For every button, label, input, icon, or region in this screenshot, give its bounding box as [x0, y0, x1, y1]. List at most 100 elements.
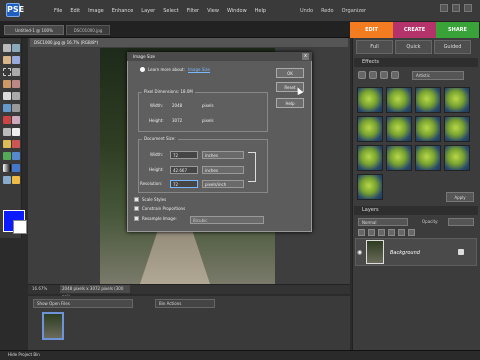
- effect-thumbnail[interactable]: [444, 116, 470, 142]
- document-tab-2[interactable]: DSC01000.jpg: [66, 25, 110, 35]
- opacity-field[interactable]: [448, 218, 474, 226]
- document-tab-1[interactable]: Untitled-1 @ 100%: [4, 25, 64, 35]
- doc-height-unit-select[interactable]: inches: [202, 166, 244, 174]
- dialog-close-icon[interactable]: x: [302, 53, 309, 60]
- delete-layer-icon[interactable]: [388, 229, 395, 236]
- background-color-swatch[interactable]: [13, 220, 27, 234]
- doc-width-unit-select[interactable]: inches: [202, 151, 244, 159]
- menu-edit[interactable]: Edit: [70, 8, 80, 14]
- photo-effects-icon[interactable]: [380, 71, 388, 79]
- learn-more-link[interactable]: Image Size: [188, 67, 210, 72]
- effect-thumbnail[interactable]: [357, 116, 383, 142]
- effect-thumbnail[interactable]: [444, 145, 470, 171]
- eraser-tool-icon[interactable]: [12, 128, 20, 136]
- hide-project-bin-button[interactable]: Hide Project Bin: [8, 352, 40, 357]
- menu-enhance[interactable]: Enhance: [112, 8, 134, 14]
- clone-stamp-tool-icon[interactable]: [3, 128, 11, 136]
- maximize-icon[interactable]: [452, 4, 460, 12]
- blend-mode-dropdown[interactable]: Normal: [358, 218, 408, 226]
- adjustment-layer-icon[interactable]: [378, 229, 385, 236]
- effect-thumbnail[interactable]: [357, 87, 383, 113]
- magic-wand-tool-icon[interactable]: [3, 80, 11, 88]
- smart-brush-tool-icon[interactable]: [3, 152, 11, 160]
- crop-tool-icon[interactable]: [12, 92, 20, 100]
- effect-thumbnail[interactable]: [415, 145, 441, 171]
- effects-category-dropdown[interactable]: Artistic: [412, 71, 464, 80]
- effect-thumbnail[interactable]: [444, 87, 470, 113]
- tab-quick[interactable]: Quick: [395, 40, 432, 54]
- effect-thumbnail[interactable]: [357, 145, 383, 171]
- scale-styles-checkbox[interactable]: [134, 197, 139, 202]
- effect-thumbnail[interactable]: [386, 145, 412, 171]
- lock-all-icon[interactable]: [408, 229, 415, 236]
- move-tool-icon[interactable]: [3, 44, 11, 52]
- new-group-icon[interactable]: [368, 229, 375, 236]
- tab-share[interactable]: SHARE: [436, 22, 479, 38]
- menu-file[interactable]: File: [54, 8, 62, 14]
- app-logo-icon[interactable]: PSE: [6, 3, 24, 17]
- minimize-icon[interactable]: [440, 4, 448, 12]
- zoom-tool-icon[interactable]: [12, 44, 20, 52]
- apply-effect-button[interactable]: Apply: [446, 192, 474, 202]
- document-title-bar[interactable]: DSC1000.jpg @ 16.7% (RGB/8*): [30, 38, 348, 47]
- straighten-tool-icon[interactable]: [12, 104, 20, 112]
- effect-thumbnail[interactable]: [415, 116, 441, 142]
- doc-width-input[interactable]: 72: [170, 151, 198, 159]
- undo-button[interactable]: Undo: [300, 8, 313, 14]
- lock-transparent-icon[interactable]: [398, 229, 405, 236]
- selection-brush-tool-icon[interactable]: [12, 80, 20, 88]
- blur-tool-icon[interactable]: [3, 176, 11, 184]
- effect-thumbnail[interactable]: [415, 87, 441, 113]
- menu-select[interactable]: Select: [163, 8, 178, 14]
- layer-styles-icon[interactable]: [369, 71, 377, 79]
- resolution-input[interactable]: 72: [170, 180, 198, 188]
- filters-icon[interactable]: [358, 71, 366, 79]
- resample-method-select[interactable]: Bicubic: [190, 216, 264, 224]
- tab-create[interactable]: CREATE: [393, 22, 436, 38]
- menu-image[interactable]: Image: [88, 8, 104, 14]
- effects-panel-header[interactable]: Effects: [354, 58, 478, 67]
- doc-height-input[interactable]: 42.667: [170, 166, 198, 174]
- cookie-cutter-tool-icon[interactable]: [3, 104, 11, 112]
- dialog-title[interactable]: Image Size: [127, 52, 312, 61]
- shape-tool-icon[interactable]: [12, 164, 20, 172]
- menu-view[interactable]: View: [207, 8, 219, 14]
- hand-tool-icon[interactable]: [3, 56, 11, 64]
- paint-bucket-tool-icon[interactable]: [12, 152, 20, 160]
- document-size-info[interactable]: 2048 pixels x 3072 pixels (300 ppi): [60, 285, 130, 299]
- tab-guided[interactable]: Guided: [434, 40, 471, 54]
- bin-files-dropdown[interactable]: Show Open Files: [33, 299, 133, 308]
- help-button[interactable]: Help: [276, 98, 304, 108]
- new-layer-icon[interactable]: [358, 229, 365, 236]
- layers-panel-header[interactable]: Layers: [354, 206, 478, 215]
- menu-layer[interactable]: Layer: [141, 8, 155, 14]
- visibility-eye-icon[interactable]: ◉: [357, 249, 362, 256]
- lasso-tool-icon[interactable]: [12, 68, 20, 76]
- menu-window[interactable]: Window: [227, 8, 247, 14]
- menu-filter[interactable]: Filter: [187, 8, 199, 14]
- effect-thumbnail[interactable]: [386, 87, 412, 113]
- pencil-tool-icon[interactable]: [3, 140, 11, 148]
- tab-edit[interactable]: EDIT: [350, 22, 393, 38]
- gradient-tool-icon[interactable]: [3, 164, 11, 172]
- brush-tool-icon[interactable]: [12, 140, 20, 148]
- healing-brush-tool-icon[interactable]: [12, 116, 20, 124]
- resample-image-checkbox[interactable]: [134, 216, 139, 221]
- red-eye-tool-icon[interactable]: [3, 116, 11, 124]
- bin-thumbnail[interactable]: [42, 312, 64, 340]
- type-tool-icon[interactable]: [3, 92, 11, 100]
- effect-thumbnail[interactable]: [357, 174, 383, 200]
- bin-actions-button[interactable]: Bin Actions: [155, 299, 215, 308]
- organizer-button[interactable]: Organizer: [342, 8, 366, 14]
- all-effects-icon[interactable]: [391, 71, 399, 79]
- eyedropper-tool-icon[interactable]: [12, 56, 20, 64]
- marquee-tool-icon[interactable]: [3, 68, 11, 76]
- menu-help[interactable]: Help: [255, 8, 266, 14]
- effect-thumbnail[interactable]: [386, 116, 412, 142]
- ok-button[interactable]: OK: [276, 68, 304, 78]
- constrain-proportions-checkbox[interactable]: [134, 206, 139, 211]
- redo-button[interactable]: Redo: [321, 8, 334, 14]
- close-icon[interactable]: [464, 4, 472, 12]
- resolution-unit-select[interactable]: pixels/inch: [202, 180, 244, 188]
- tab-full[interactable]: Full: [356, 40, 393, 54]
